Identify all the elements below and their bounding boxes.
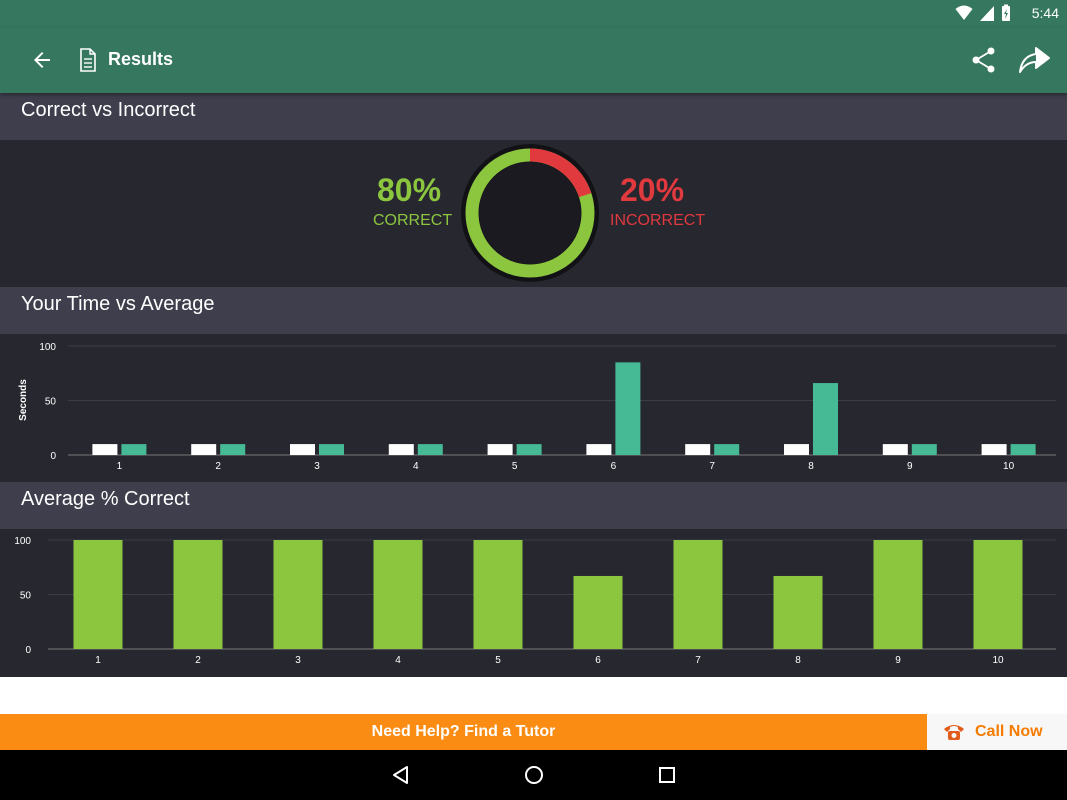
incorrect-percent: 20% xyxy=(620,172,685,208)
x-tick-label: 4 xyxy=(413,461,419,472)
page-title: Results xyxy=(108,49,174,69)
y-axis-label: Seconds xyxy=(18,379,29,421)
correct-vs-incorrect-panel: 80% CORRECT 20% INCORRECT xyxy=(0,140,1067,287)
x-tick-label: 10 xyxy=(992,655,1004,666)
x-tick-label: 3 xyxy=(314,461,320,472)
app-bar: Results xyxy=(0,28,1067,93)
spacer xyxy=(0,677,1067,714)
bar xyxy=(473,540,523,649)
bar xyxy=(685,444,711,455)
bar xyxy=(714,444,740,455)
forward-icon[interactable] xyxy=(1016,44,1052,76)
battery-icon xyxy=(1002,4,1010,21)
x-tick-label: 8 xyxy=(795,655,801,666)
bar xyxy=(487,444,513,455)
bar xyxy=(586,444,612,455)
x-tick-label: 3 xyxy=(295,655,301,666)
correct-label: CORRECT xyxy=(373,212,453,229)
y-tick-label: 100 xyxy=(14,536,31,547)
x-tick-label: 2 xyxy=(195,655,201,666)
bar xyxy=(773,575,823,649)
x-tick-label: 8 xyxy=(808,461,814,472)
nav-recents-icon[interactable] xyxy=(656,764,678,786)
system-nav-bar xyxy=(0,750,1067,800)
bar xyxy=(516,444,542,455)
phone-icon xyxy=(944,725,964,740)
bar xyxy=(373,540,423,649)
nav-home-icon[interactable] xyxy=(523,764,545,786)
bar xyxy=(191,444,217,455)
bar xyxy=(173,540,223,649)
x-tick-label: 10 xyxy=(1003,461,1015,472)
bar xyxy=(911,444,937,455)
x-tick-label: 9 xyxy=(907,461,913,472)
time-vs-average-chart: 0 50 100 Seconds 1 2 3 4 5 6 7 8 9 10 xyxy=(18,342,1056,472)
bar xyxy=(882,444,908,455)
section-title: Average % Correct xyxy=(21,488,190,510)
bar xyxy=(388,444,414,455)
bar xyxy=(1010,444,1036,455)
x-tick-label: 7 xyxy=(709,461,715,472)
correct-percent: 80% xyxy=(377,172,442,208)
bar xyxy=(973,540,1023,649)
x-tick-label: 5 xyxy=(495,655,501,666)
y-tick-label: 0 xyxy=(25,645,31,656)
call-now-button[interactable]: Call Now xyxy=(927,714,1067,750)
bar xyxy=(92,444,118,455)
x-tick-label: 1 xyxy=(95,655,101,666)
status-time: 5:44 xyxy=(1031,5,1059,21)
x-tick-label: 5 xyxy=(512,461,518,472)
bar xyxy=(873,540,923,649)
x-tick-label: 9 xyxy=(895,655,901,666)
share-icon[interactable] xyxy=(970,46,998,74)
section-header-time-vs-average: Your Time vs Average xyxy=(0,287,1067,334)
x-tick-label: 6 xyxy=(595,655,601,666)
nav-back-icon[interactable] xyxy=(390,764,412,786)
y-tick-label: 100 xyxy=(39,342,56,353)
average-correct-chart: 0 50 100 1 2 3 4 5 6 7 8 9 10 xyxy=(14,536,1056,666)
bar xyxy=(290,444,315,455)
bar xyxy=(784,444,809,455)
donut-chart xyxy=(461,144,599,282)
average-correct-panel: 0 50 100 1 2 3 4 5 6 7 8 9 10 xyxy=(0,529,1067,677)
find-tutor-button[interactable]: Need Help? Find a Tutor xyxy=(0,714,927,750)
bar xyxy=(813,383,838,455)
x-tick-label: 4 xyxy=(395,655,401,666)
bar xyxy=(220,444,246,455)
bar xyxy=(573,575,623,649)
incorrect-label: INCORRECT xyxy=(610,212,706,229)
document-icon xyxy=(80,48,96,72)
bar xyxy=(121,444,147,455)
bar xyxy=(615,362,641,455)
bar xyxy=(417,444,443,455)
x-tick-label: 2 xyxy=(215,461,221,472)
status-bar: 5:44 xyxy=(0,0,1067,28)
y-tick-label: 50 xyxy=(20,591,32,602)
bar xyxy=(73,540,123,649)
x-tick-label: 7 xyxy=(695,655,701,666)
section-header-correct-vs-incorrect: Correct vs Incorrect xyxy=(0,93,1067,140)
bar xyxy=(273,540,323,649)
section-header-average-correct: Average % Correct xyxy=(0,482,1067,529)
bar xyxy=(981,444,1007,455)
signal-icon xyxy=(980,6,994,21)
section-title: Correct vs Incorrect xyxy=(21,99,196,121)
back-arrow-icon[interactable] xyxy=(30,48,54,72)
call-now-label: Call Now xyxy=(975,723,1043,740)
wifi-icon xyxy=(955,5,973,20)
find-tutor-label: Need Help? Find a Tutor xyxy=(371,723,556,740)
x-tick-label: 6 xyxy=(611,461,617,472)
section-title: Your Time vs Average xyxy=(21,293,215,315)
time-vs-average-panel: 0 50 100 Seconds 1 2 3 4 5 6 7 8 9 10 xyxy=(0,334,1067,482)
y-tick-label: 50 xyxy=(45,397,57,408)
bar xyxy=(673,540,723,649)
x-tick-label: 1 xyxy=(117,461,123,472)
y-tick-label: 0 xyxy=(50,451,56,462)
bar xyxy=(319,444,344,455)
